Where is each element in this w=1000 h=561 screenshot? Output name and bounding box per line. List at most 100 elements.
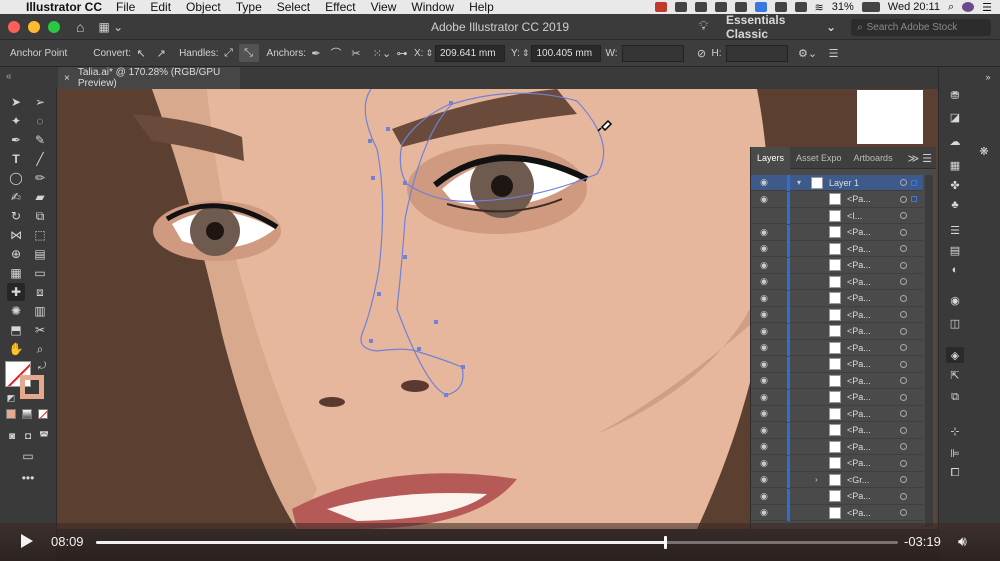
visibility-eye-icon[interactable]: ◉ <box>758 458 770 469</box>
target-icon[interactable] <box>900 294 907 302</box>
pathfinder-icon[interactable]: ⧠ <box>946 465 964 481</box>
anchor-point[interactable] <box>368 139 372 143</box>
lasso-icon[interactable]: ◌ <box>31 112 49 130</box>
seek-handle[interactable] <box>664 536 668 549</box>
visibility-eye-icon[interactable]: ◉ <box>758 491 770 502</box>
zoom-tool-icon[interactable]: ⌕ <box>31 340 49 358</box>
target-icon[interactable] <box>900 459 907 467</box>
tab-artboards[interactable]: Artboards <box>848 147 899 169</box>
airplay-icon[interactable] <box>754 2 767 12</box>
sublayer-row[interactable]: ◉ <Pa... <box>751 241 923 257</box>
rotate-tool-icon[interactable]: ↻ <box>7 207 25 225</box>
anchor-point[interactable] <box>377 292 381 296</box>
y-stepper-icon[interactable]: ⇕ <box>522 48 530 59</box>
document-tab[interactable]: × Talia.ai* @ 170.28% (RGB/GPU Preview) <box>58 67 240 89</box>
libraries-icon[interactable]: ⛃ <box>946 87 964 103</box>
target-icon[interactable] <box>900 492 907 500</box>
reference-point-icon[interactable]: ⊶ <box>392 44 412 62</box>
target-icon[interactable] <box>900 509 907 516</box>
visibility-eye-icon[interactable]: ◉ <box>758 425 770 436</box>
x-stepper-icon[interactable]: ⇕ <box>425 48 433 59</box>
sublayer-row[interactable]: ◉ <Pa... <box>751 224 923 241</box>
brushes-icon[interactable]: ✤ <box>946 177 964 193</box>
transparency-icon[interactable]: ◐ <box>946 262 964 278</box>
home-icon[interactable]: ⌂ <box>76 19 84 35</box>
slice-tool-icon[interactable]: ✂ <box>31 321 49 339</box>
draw-inside-icon[interactable]: ◚ <box>35 427 53 445</box>
link-dimensions-icon[interactable]: ⊘ <box>692 44 712 62</box>
target-icon[interactable] <box>900 278 907 285</box>
dnd-icon[interactable] <box>774 2 787 12</box>
width-tool-icon[interactable]: ⋈ <box>7 226 25 244</box>
gear-icon[interactable] <box>694 2 707 12</box>
visibility-eye-icon[interactable]: ◉ <box>758 375 770 386</box>
free-transform-icon[interactable]: ⬚ <box>31 226 49 244</box>
target-icon[interactable] <box>900 393 907 401</box>
visibility-eye-icon[interactable]: ◉ <box>758 227 770 238</box>
sublayer-row[interactable]: ◉ <Pa... <box>751 274 923 290</box>
collapse-toolbar-icon[interactable]: « <box>6 71 12 82</box>
anchor-point[interactable] <box>403 181 407 185</box>
sublayer-row[interactable]: ◉ <Pa... <box>751 406 923 422</box>
zoom-window-button[interactable] <box>48 20 60 33</box>
sublayer-row[interactable]: ◉ <Pa... <box>751 257 923 274</box>
siri-icon[interactable] <box>962 2 975 12</box>
default-colors-icon[interactable]: ◩ <box>2 389 20 407</box>
menu-file[interactable]: File <box>116 0 135 14</box>
sublayer-row[interactable]: <I... <box>751 208 923 224</box>
target-icon[interactable] <box>900 476 907 483</box>
visibility-eye-icon[interactable]: ◉ <box>758 342 770 353</box>
wifi-icon[interactable]: ≋ <box>815 1 824 14</box>
visibility-eye-icon[interactable]: ◉ <box>758 309 770 320</box>
gradient-tool-icon[interactable]: ▭ <box>31 264 49 282</box>
battery-icon[interactable] <box>861 2 880 12</box>
w-field[interactable] <box>621 44 684 62</box>
shape-builder-icon[interactable]: ⊕ <box>7 245 25 263</box>
minimize-window-button[interactable] <box>28 20 40 33</box>
symbol-sprayer-icon[interactable]: ✺ <box>7 302 25 320</box>
scale-tool-icon[interactable]: ⧉ <box>31 207 49 225</box>
line-tool-icon[interactable]: ╱ <box>31 150 49 168</box>
convert-smooth-button[interactable]: ↗ <box>151 44 171 62</box>
none-mode-swatch[interactable] <box>38 409 48 419</box>
sublayer-row[interactable]: ◉ <Pa... <box>751 191 923 208</box>
layers-dock-icon[interactable]: ◈ <box>946 347 964 363</box>
type-tool-icon[interactable]: T <box>7 150 25 168</box>
anchor-point[interactable] <box>369 339 373 343</box>
screen-mode-icon[interactable]: ▭ <box>19 447 37 465</box>
sublayer-row[interactable]: ◉ <Pa... <box>751 323 923 340</box>
selection-indicator[interactable] <box>911 179 917 186</box>
target-icon[interactable] <box>900 443 907 450</box>
target-icon[interactable] <box>900 426 907 434</box>
gradient-mode-swatch[interactable] <box>22 409 32 419</box>
display-icon[interactable] <box>714 2 727 12</box>
anchor-point[interactable] <box>449 101 453 105</box>
properties-icon[interactable]: ◪ <box>946 109 964 125</box>
transform-dock-icon[interactable]: ⊹ <box>946 423 964 439</box>
app-menu[interactable]: Illustrator CC <box>26 0 102 14</box>
clock-icon[interactable] <box>794 2 807 12</box>
cloud-icon[interactable] <box>734 2 747 12</box>
menu-edit[interactable]: Edit <box>150 0 171 14</box>
menu-view[interactable]: View <box>371 0 397 14</box>
symbols-icon[interactable]: ♣ <box>946 197 964 213</box>
cc-libraries-icon[interactable]: ❋ <box>975 143 993 159</box>
sublayer-row[interactable]: ◉ <Pa... <box>751 356 923 373</box>
visibility-eye-icon[interactable]: ◉ <box>758 177 770 188</box>
target-icon[interactable] <box>900 228 907 236</box>
sublayer-row[interactable]: ◉ <Pa... <box>751 505 923 521</box>
connect-endpoints-button[interactable]: ⌒ <box>326 44 346 62</box>
sublayer-row[interactable]: ◉ <Pa... <box>751 439 923 455</box>
h-field[interactable] <box>725 44 788 62</box>
visibility-eye-icon[interactable]: ◉ <box>758 392 770 403</box>
pen-tool-icon[interactable]: ✒ <box>7 131 25 149</box>
target-icon[interactable] <box>900 360 907 368</box>
stock-search-field[interactable]: ⌕ Search Adobe Stock <box>851 19 991 36</box>
target-icon[interactable] <box>900 344 907 351</box>
arrange-documents-icon[interactable]: ▦ ⌄ <box>98 20 123 34</box>
x-field[interactable]: 209.641 mm <box>435 44 505 62</box>
hide-handles-button[interactable]: ⤡ <box>238 44 259 62</box>
align-dock-icon[interactable]: ⊫ <box>946 445 964 461</box>
color-guide-icon[interactable]: ▦ <box>946 157 964 173</box>
sublayer-row[interactable]: ◉ <Pa... <box>751 340 923 356</box>
